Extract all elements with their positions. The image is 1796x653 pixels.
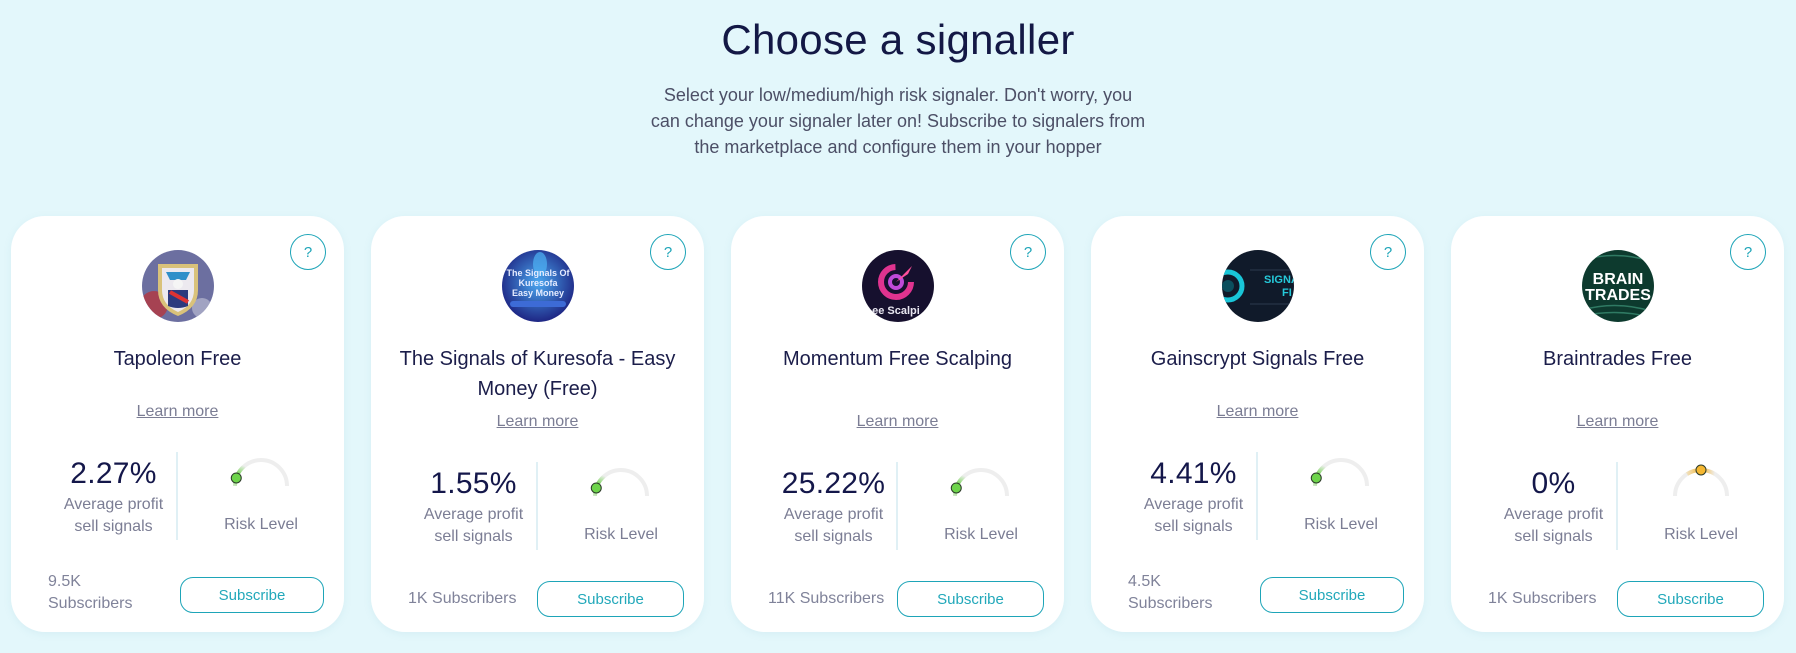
kuresofa-easy-money-logo-icon: The Signals Of Kuresofa Easy Money <box>502 250 574 322</box>
avg-profit-value: 4.41% <box>1150 457 1237 490</box>
signaller-card: ? Tapoleon Free Learn more 2.27% Average… <box>11 216 344 632</box>
page-subtitle: Select your low/medium/high risk signale… <box>650 85 1146 157</box>
avg-profit-label: Average profit sell signals <box>1503 506 1604 545</box>
subscribe-button[interactable]: Subscribe <box>1260 577 1404 613</box>
svg-text:TRADES: TRADES <box>1585 287 1651 304</box>
divider <box>176 452 178 540</box>
divider <box>536 462 538 550</box>
gauge-knob <box>1695 464 1707 476</box>
question-icon: ? <box>1383 243 1393 261</box>
signaller-name: Tapoleon Free <box>113 348 242 370</box>
gauge-track <box>1313 458 1369 487</box>
stats-row: 1.55% Average profit sell signals Risk Le… <box>371 462 704 556</box>
stats-row: 25.22% Average profit sell signals Risk L… <box>731 462 1064 556</box>
avg-profit-label: Average profit sell signals <box>423 506 524 545</box>
divider <box>1616 462 1618 550</box>
help-button[interactable]: ? <box>290 234 326 270</box>
gauge-knob <box>230 472 242 484</box>
gauge-track <box>593 468 649 497</box>
subscriber-count: 1K Subscribers <box>408 590 517 607</box>
question-icon: ? <box>1023 243 1033 261</box>
gauge-knob <box>590 482 602 494</box>
help-button[interactable]: ? <box>1730 234 1766 270</box>
avg-profit-value: 2.27% <box>70 457 157 490</box>
avg-profit: 2.27% Average profit sell signals <box>41 456 186 538</box>
help-button[interactable]: ? <box>1010 234 1046 270</box>
question-icon: ? <box>663 243 673 261</box>
avg-profit-label: Average profit sell signals <box>783 506 884 545</box>
svg-text:ee Scalpi: ee Scalpi <box>872 305 920 317</box>
subscriber-count: 11K Subscribers <box>768 590 885 607</box>
risk-gauge <box>230 458 289 487</box>
svg-text:FI: FI <box>1282 287 1292 299</box>
avg-profit: 0% Average profit sell signals <box>1481 466 1626 548</box>
risk-gauge <box>590 468 649 497</box>
question-icon: ? <box>1743 243 1753 261</box>
risk-level-label: Risk Level <box>1304 516 1378 533</box>
svg-text:Kuresofa: Kuresofa <box>518 278 558 288</box>
subscriber-count: 1K Subscribers <box>1488 590 1597 607</box>
subscriber-count: 4.5K Subscribers <box>1128 573 1213 612</box>
svg-text:Easy Money: Easy Money <box>512 288 564 298</box>
braintrades-logo-icon: BRAIN TRADES <box>1582 250 1654 322</box>
divider <box>896 462 898 550</box>
question-icon: ? <box>303 243 313 261</box>
gauge-knob <box>950 482 962 494</box>
avg-profit: 1.55% Average profit sell signals <box>401 466 546 548</box>
signaller-card: ? BRAIN TRADES Braintrades Free Learn mo… <box>1451 216 1784 632</box>
stats-row: 2.27% Average profit sell signals Risk Le… <box>11 452 344 546</box>
subscribe-button[interactable]: Subscribe <box>180 577 324 613</box>
subscribe-button[interactable]: Subscribe <box>1617 581 1764 617</box>
subscribe-button[interactable]: Subscribe <box>897 581 1044 617</box>
signaller-card: ? The Signals Of Kuresofa Easy Money The… <box>371 216 704 632</box>
help-button[interactable]: ? <box>1370 234 1406 270</box>
avg-profit-value: 1.55% <box>430 467 517 500</box>
svg-text:The Signals Of: The Signals Of <box>506 268 570 278</box>
risk-level-label: Risk Level <box>1664 526 1738 543</box>
avg-profit: 25.22% Average profit sell signals <box>761 466 906 548</box>
learn-more-link[interactable]: Learn more <box>497 413 579 430</box>
napoleon-shield-logo-icon <box>142 250 214 322</box>
signaller-card: ? SIGNA FI Gainscrypt Signals Free Learn… <box>1091 216 1424 632</box>
risk-level-label: Risk Level <box>584 526 658 543</box>
stats-row: 0% Average profit sell signals Risk Level <box>1451 462 1784 556</box>
divider <box>1256 452 1258 540</box>
avg-profit-label: Average profit sell signals <box>63 496 164 535</box>
gauge-track <box>233 458 289 487</box>
avg-profit: 4.41% Average profit sell signals <box>1121 456 1266 538</box>
signaller-name: Gainscrypt Signals Free <box>1150 348 1365 370</box>
signaller-card: ? ee Scalpi Momentum Free Scalping Learn… <box>731 216 1064 632</box>
signaller-name: The Signals of Kuresofa - Easy Money (Fr… <box>399 348 676 400</box>
subscriber-count: 9.5K Subscribers <box>48 573 133 612</box>
svg-text:BRAIN: BRAIN <box>1593 271 1644 288</box>
avg-profit-label: Average profit sell signals <box>1143 496 1244 535</box>
help-button[interactable]: ? <box>650 234 686 270</box>
subscribe-button[interactable]: Subscribe <box>537 581 684 617</box>
learn-more-link[interactable]: Learn more <box>1217 403 1299 420</box>
learn-more-link[interactable]: Learn more <box>137 403 219 420</box>
risk-gauge <box>950 468 1009 497</box>
svg-text:SIGNA: SIGNA <box>1264 274 1294 286</box>
gauge-track <box>953 468 1009 497</box>
page-title: Choose a signaller <box>721 16 1075 63</box>
signaller-name: Braintrades Free <box>1543 348 1692 370</box>
risk-gauge <box>1310 458 1369 487</box>
risk-level-label: Risk Level <box>224 516 298 533</box>
gainscrypt-signals-logo-icon: SIGNA FI <box>1222 250 1294 322</box>
signaller-name: Momentum Free Scalping <box>783 348 1012 370</box>
stats-row: 4.41% Average profit sell signals Risk Le… <box>1091 452 1424 546</box>
gauge-knob <box>1310 472 1322 484</box>
momentum-target-logo-icon: ee Scalpi <box>862 250 934 322</box>
learn-more-link[interactable]: Learn more <box>1577 413 1659 430</box>
risk-gauge <box>1673 464 1729 497</box>
avg-profit-value: 25.22% <box>781 467 886 500</box>
learn-more-link[interactable]: Learn more <box>857 413 939 430</box>
avg-profit-value: 0% <box>1531 467 1576 500</box>
risk-level-label: Risk Level <box>944 526 1018 543</box>
